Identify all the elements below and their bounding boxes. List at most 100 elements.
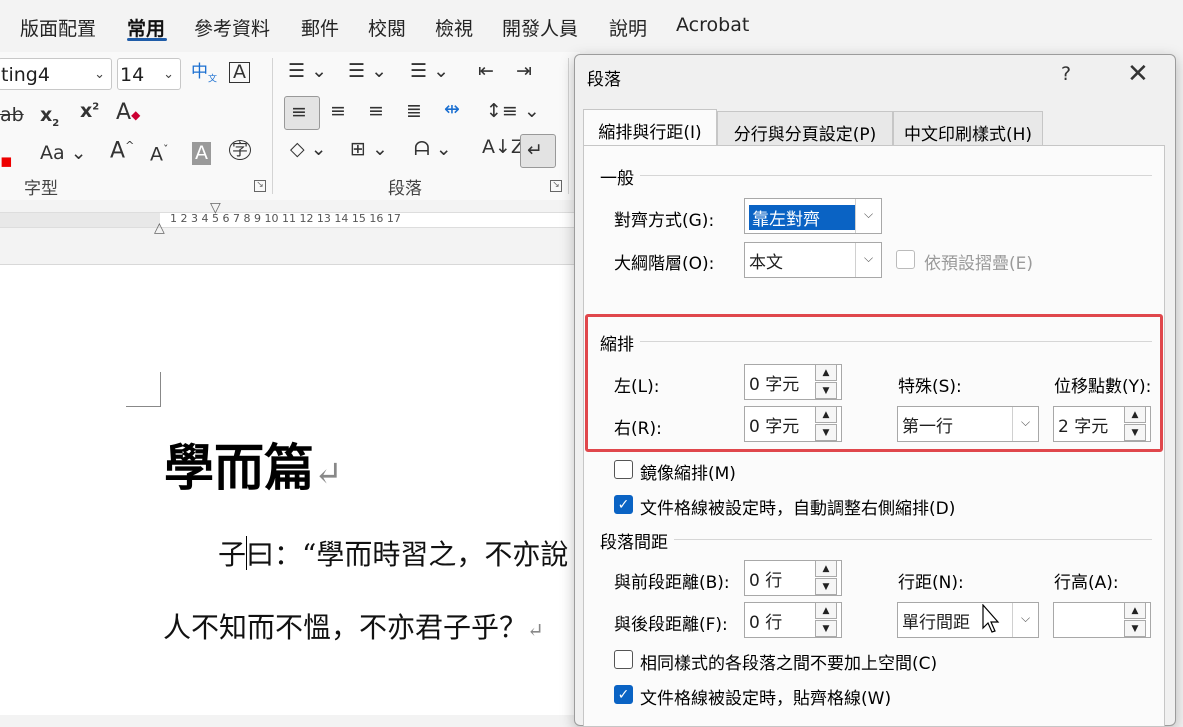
collapse-default-label: 依預設摺疊(E) [924,254,1034,274]
shrink-font-icon[interactable]: Aˇ [150,144,169,164]
spin-down-icon[interactable]: ▼ [1124,620,1146,637]
menu-acrobat[interactable]: Acrobat [676,14,749,36]
indent-by-spinner[interactable]: 2 字元 ▲ ▼ [1053,406,1151,442]
spin-down-icon[interactable]: ▼ [1124,424,1146,441]
grow-font-icon[interactable]: A^ [110,140,134,162]
style-combo[interactable]: ting4 ⌄ [0,58,112,90]
phonetic-guide-icon[interactable]: 中文 [191,63,217,84]
superscript-icon[interactable]: x2 [80,102,99,121]
auto-adjust-indent-label: 文件格線被設定時，自動調整右側縮排(D) [640,499,956,519]
line-spacing-select[interactable]: 單行間距 ⌵ [897,602,1039,638]
subscript-icon[interactable]: x2 [40,106,59,129]
line-spacing-value: 單行間距 [902,613,970,633]
font-dialog-launcher-icon[interactable]: ↘ [254,180,266,192]
outline-level-value: 本文 [749,253,783,273]
font-group-label: 字型 [24,179,58,199]
menu-view[interactable]: 檢視 [435,14,473,41]
numbering-icon[interactable]: ☰ ⌄ [348,62,387,81]
menu-help[interactable]: 說明 [609,14,647,41]
paragraph-group-label: 段落 [388,179,422,199]
tab-line-page-breaks[interactable]: 分行與分頁設定(P) [717,111,893,145]
general-heading: 一般 [600,169,634,189]
menu-developer[interactable]: 開發人員 [502,14,578,41]
sort-icon[interactable]: A↓Z [482,138,524,157]
spin-down-icon[interactable]: ▼ [815,620,837,637]
spin-down-icon[interactable]: ▼ [815,578,837,595]
spacing-before-label: 與前段距離(B): [614,573,730,593]
no-space-same-style-checkbox[interactable] [614,650,633,669]
collapse-default-checkbox[interactable] [896,250,915,269]
font-color-icon[interactable]: ▪ [0,152,13,171]
asian-layout-icon[interactable]: ᗩ ⌄ [414,140,452,159]
strikethrough-icon[interactable]: ab [0,106,24,125]
menu-bar: 版面配置 常用 參考資料 郵件 校閱 檢視 開發人員 說明 Acrobat [0,0,1183,52]
spacing-before-value: 0 行 [749,571,783,591]
increase-indent-icon[interactable]: ⇥ [516,62,532,81]
spin-down-icon[interactable]: ▼ [815,382,837,399]
shading-icon[interactable]: ◇ ⌄ [290,140,327,159]
chevron-down-icon: ⌄ [163,67,174,82]
change-case-icon[interactable]: Aa ⌄ [40,144,87,163]
spacing-after-spinner[interactable]: 0 行 ▲ ▼ [744,602,842,638]
menu-references[interactable]: 參考資料 [194,14,270,41]
indent-by-value: 2 字元 [1058,417,1109,437]
menu-review[interactable]: 校閱 [368,14,406,41]
char-shading-icon[interactable]: A [192,142,211,165]
multilevel-list-icon[interactable]: ☰ ⌄ [410,62,449,81]
tab-asian-typography[interactable]: 中文印刷樣式(H) [893,111,1043,145]
align-center-icon[interactable]: ≡ [330,102,346,121]
hanging-indent-marker-icon[interactable]: △ [154,220,165,236]
tab-panel: 一般 對齊方式(G): 靠左對齊 ⌵ 大綱階層(O): 本文 ⌵ 依預設摺疊(E… [583,145,1165,727]
spin-down-icon[interactable]: ▼ [815,424,837,441]
indent-right-spinner[interactable]: 0 字元 ▲ ▼ [744,406,842,442]
document-line-2[interactable]: 人不知而不慍，不亦君子乎？↵ [163,606,544,646]
align-right-icon[interactable]: ≡ [368,102,384,121]
document-line-1[interactable]: 子曰：“學而時習之，不亦說 [218,533,568,573]
paragraph-dialog-launcher-icon[interactable]: ↘ [550,180,562,192]
spin-up-icon[interactable]: ▲ [815,406,837,423]
indent-by-label: 位移點數(Y): [1054,377,1152,397]
justify-icon[interactable]: ≣ [406,102,422,121]
decrease-indent-icon[interactable]: ⇤ [478,62,494,81]
enclose-chars-icon[interactable]: 字 [229,140,252,160]
close-button[interactable]: ✕ [1127,59,1149,89]
indent-left-label: 左(L): [614,377,660,397]
distributed-icon[interactable]: ⇹ [444,100,460,119]
help-button[interactable]: ? [1061,63,1071,85]
mirror-indents-checkbox[interactable] [614,460,633,479]
indent-left-spinner[interactable]: 0 字元 ▲ ▼ [744,364,842,400]
spacing-after-label: 與後段距離(F): [614,615,728,635]
spin-up-icon[interactable]: ▲ [815,364,837,381]
align-left-button[interactable]: ≡ [284,96,320,130]
spin-up-icon[interactable]: ▲ [1124,406,1146,423]
document-title[interactable]: 學而篇↵ [164,428,343,500]
clear-formatting-icon[interactable]: A◆ [116,102,140,124]
menu-layout[interactable]: 版面配置 [20,14,96,41]
special-select[interactable]: 第一行 ⌵ [897,406,1039,442]
outline-level-select[interactable]: 本文 ⌵ [744,242,882,278]
no-space-same-style-label: 相同樣式的各段落之間不要加上空間(C) [640,654,938,674]
alignment-value: 靠左對齊 [749,205,855,230]
show-marks-button[interactable]: ↵ [520,134,556,168]
line-spacing-icon[interactable]: ↕≡ ⌄ [486,102,540,121]
menu-home[interactable]: 常用 [127,14,165,41]
font-size-combo[interactable]: 14 ⌄ [117,58,181,90]
text-caret [246,536,247,570]
spin-up-icon[interactable]: ▲ [815,602,837,619]
special-value: 第一行 [902,417,953,437]
spin-up-icon[interactable]: ▲ [1124,602,1146,619]
spacing-before-spinner[interactable]: 0 行 ▲ ▼ [744,560,842,596]
alignment-select[interactable]: 靠左對齊 ⌵ [744,198,882,234]
char-border-icon[interactable]: A [229,62,250,83]
menu-mailings[interactable]: 郵件 [301,14,339,41]
tab-indents-spacing[interactable]: 縮排與行距(I) [583,109,717,145]
auto-adjust-indent-checkbox[interactable]: ✓ [614,495,633,514]
spin-up-icon[interactable]: ▲ [815,560,837,577]
snap-to-grid-checkbox[interactable]: ✓ [614,685,633,704]
line-height-spinner[interactable]: ▲ ▼ [1053,602,1151,638]
borders-icon[interactable]: ⊞ ⌄ [350,140,388,159]
bullets-icon[interactable]: ☰ ⌄ [288,62,327,81]
first-line-indent-marker-icon[interactable]: ▽ [210,200,221,216]
chevron-down-icon: ⌵ [1012,603,1038,637]
snap-to-grid-label: 文件格線被設定時，貼齊格線(W) [640,689,892,709]
